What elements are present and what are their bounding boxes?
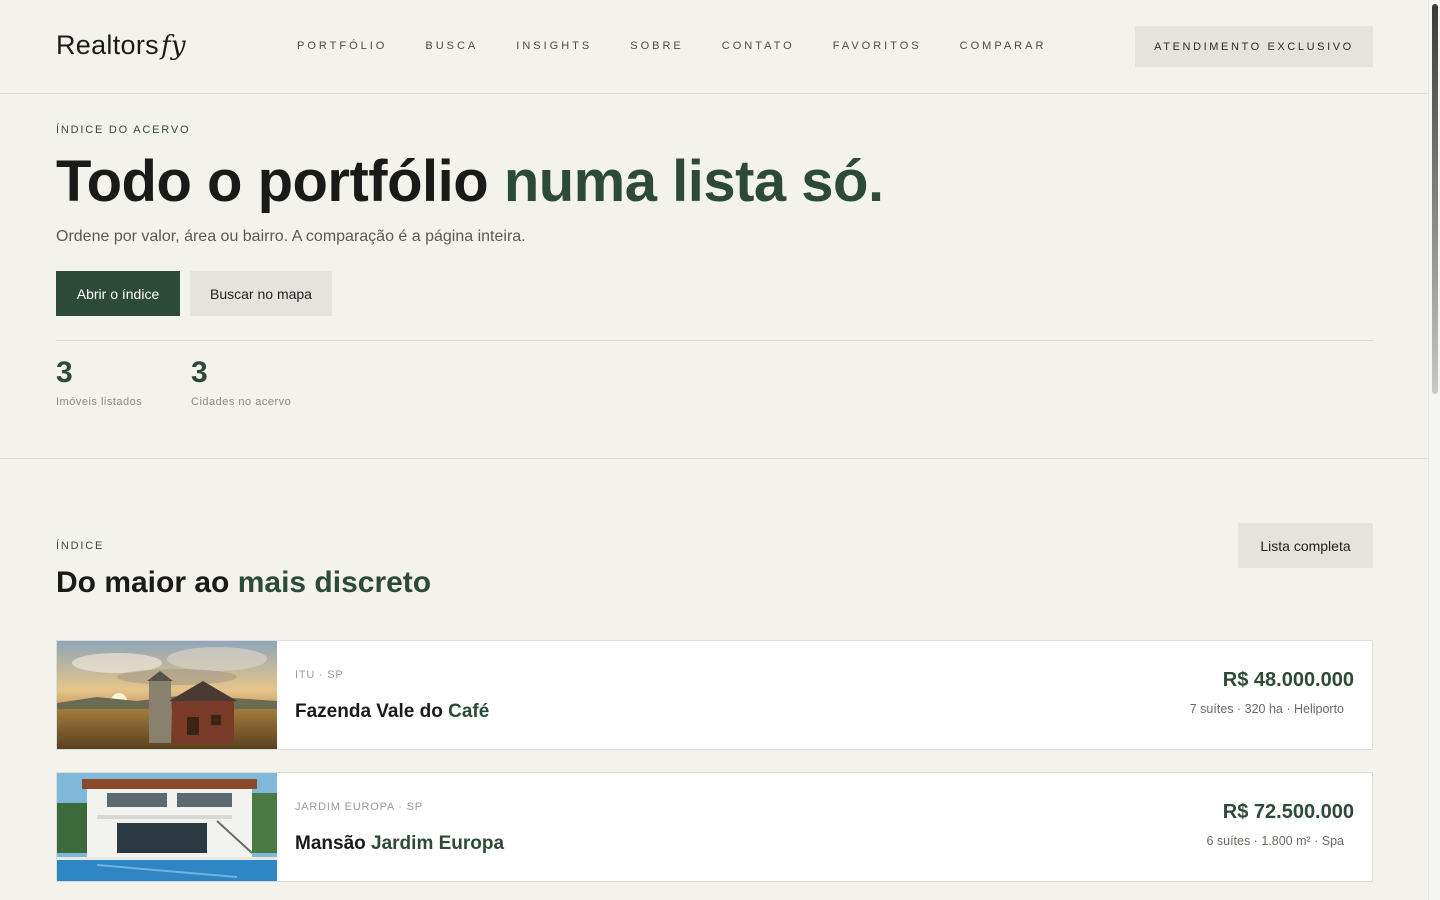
hero-eyebrow: ÍNDICE DO ACERVO xyxy=(56,124,191,136)
nav-item-comparar[interactable]: COMPARAR xyxy=(960,40,1047,52)
index-eyebrow: ÍNDICE xyxy=(56,540,105,552)
modern-mansion-pool-photo[interactable] xyxy=(57,773,277,881)
section-divider xyxy=(0,458,1428,459)
nav-item-busca[interactable]: BUSCA xyxy=(425,40,478,52)
logo[interactable]: Realtorsfy xyxy=(56,30,186,61)
hero-subtitle: Ordene por valor, área ou bairro. A comp… xyxy=(56,228,526,245)
page-scrollbar[interactable] xyxy=(1428,0,1440,900)
exclusive-service-button[interactable]: ATENDIMENTO EXCLUSIVO xyxy=(1135,26,1373,67)
hero-title-main: Todo o portfólio xyxy=(56,149,504,214)
index-title-main: Do maior ao xyxy=(56,566,238,599)
listing-price: R$ 48.000.000 xyxy=(1222,669,1354,691)
listing-price: R$ 72.500.000 xyxy=(1222,801,1354,823)
nav-item-contato[interactable]: CONTATO xyxy=(722,40,795,52)
listing-name-accent: Jardim Europa xyxy=(371,833,505,854)
stat-label: Cidades no acervo xyxy=(191,396,292,408)
listing-card[interactable]: ITU · SP Fazenda Vale do Café R$ 48.000.… xyxy=(56,640,1373,750)
main-nav: PORTFÓLIO BUSCA INSIGHTS SOBRE CONTATO F… xyxy=(297,40,1084,52)
farm-sunset-photo[interactable] xyxy=(57,641,277,749)
divider xyxy=(56,340,1373,341)
map-search-button[interactable]: Buscar no mapa xyxy=(190,271,332,316)
full-list-button[interactable]: Lista completa xyxy=(1238,523,1373,568)
stat-value: 3 xyxy=(191,356,208,389)
listing-name-main: Mansão xyxy=(295,833,372,854)
index-title-accent: mais discreto xyxy=(237,566,432,599)
stat-properties: 3 Imóveis listados xyxy=(56,356,142,408)
listing-card[interactable]: JARDIM EUROPA · SP Mansão Jardim Europa … xyxy=(56,772,1373,882)
index-title: Do maior ao mais discreto xyxy=(56,566,431,600)
listing-specs: 6 suítes · 1.800 m² · Spa xyxy=(1206,834,1344,848)
listing-name-main: Fazenda Vale do xyxy=(295,701,449,722)
logo-accent: fy xyxy=(160,31,186,61)
page: Realtorsfy PORTFÓLIO BUSCA INSIGHTS SOBR… xyxy=(0,0,1428,900)
listing-location: JARDIM EUROPA · SP xyxy=(295,801,423,813)
hero-title: Todo o portfólio numa lista só. xyxy=(56,148,884,215)
stat-value: 3 xyxy=(56,356,73,389)
stat-label: Imóveis listados xyxy=(56,396,143,408)
open-index-button[interactable]: Abrir o índice xyxy=(56,271,180,316)
scrollbar-thumb[interactable] xyxy=(1432,4,1438,394)
nav-item-portfolio[interactable]: PORTFÓLIO xyxy=(297,40,387,52)
listing-name[interactable]: Fazenda Vale do Café xyxy=(295,701,489,723)
nav-item-insights[interactable]: INSIGHTS xyxy=(516,40,592,52)
listing-specs: 7 suítes · 320 ha · Heliporto xyxy=(1189,702,1344,716)
stat-cities: 3 Cidades no acervo xyxy=(191,356,291,408)
listing-name-accent: Café xyxy=(448,701,490,722)
listing-location: ITU · SP xyxy=(295,669,344,681)
listing-name[interactable]: Mansão Jardim Europa xyxy=(295,833,504,855)
hero-title-accent: numa lista só. xyxy=(503,149,884,214)
nav-item-sobre[interactable]: SOBRE xyxy=(630,40,684,52)
site-header: Realtorsfy PORTFÓLIO BUSCA INSIGHTS SOBR… xyxy=(0,0,1428,94)
logo-text: Realtors xyxy=(56,30,159,60)
nav-item-favoritos[interactable]: FAVORITOS xyxy=(833,40,922,52)
